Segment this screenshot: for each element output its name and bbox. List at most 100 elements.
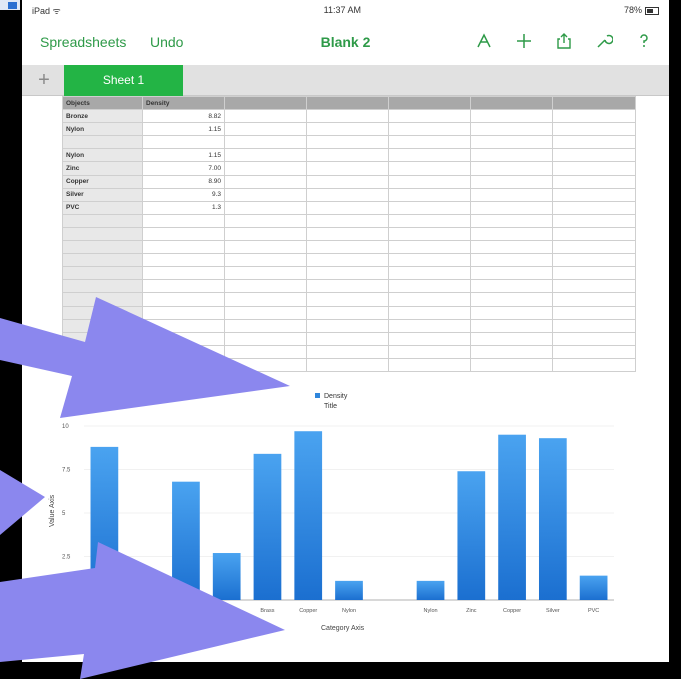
table-cell[interactable] [552, 161, 636, 176]
table-cell[interactable] [552, 240, 636, 255]
table-cell[interactable] [142, 344, 225, 359]
table-cell[interactable] [552, 135, 636, 150]
table-cell[interactable] [224, 240, 307, 255]
table-cell[interactable] [552, 200, 636, 215]
table-cell[interactable] [388, 213, 471, 228]
table-cell[interactable]: Density [142, 95, 225, 111]
table-row[interactable] [62, 357, 636, 372]
table-row[interactable] [62, 240, 636, 255]
table-row[interactable] [62, 292, 636, 307]
table-cell[interactable] [306, 357, 389, 372]
table-row[interactable] [62, 305, 636, 320]
table-cell[interactable] [552, 122, 636, 137]
table-cell[interactable] [470, 187, 553, 202]
table-cell[interactable] [306, 305, 389, 320]
table-cell[interactable] [306, 187, 389, 202]
table-cell[interactable]: 1.3 [142, 200, 225, 215]
table-cell[interactable] [306, 240, 389, 255]
table-row[interactable]: Copper 8.90 [62, 174, 636, 189]
table-cell[interactable]: 1.15 [142, 148, 225, 163]
table-cell[interactable] [224, 122, 307, 137]
table-cell[interactable] [224, 344, 307, 359]
table-row[interactable]: Zinc 7.00 [62, 161, 636, 176]
table-row[interactable]: Silver 9.3 [62, 187, 636, 202]
table-cell[interactable] [306, 226, 389, 242]
spreadsheet-table[interactable]: Objects Density Bronze 8.82 Nylon 1.15 Nylon 1.… [62, 95, 636, 372]
table-cell[interactable] [552, 213, 636, 228]
table-cell[interactable] [388, 240, 471, 255]
table-cell[interactable] [552, 226, 636, 242]
table-row[interactable] [62, 279, 636, 294]
table-cell[interactable] [306, 292, 389, 307]
table-cell[interactable] [306, 148, 389, 163]
table-cell[interactable] [388, 357, 471, 372]
row-label-cell[interactable] [62, 305, 143, 320]
table-cell[interactable] [224, 135, 307, 150]
table-cell[interactable] [224, 200, 307, 215]
table-cell[interactable] [306, 266, 389, 281]
table-cell[interactable] [306, 213, 389, 228]
table-cell[interactable] [224, 318, 307, 333]
table-cell[interactable] [224, 266, 307, 281]
row-label-cell[interactable]: Silver [62, 187, 143, 202]
row-label-cell[interactable] [62, 240, 143, 255]
table-cell[interactable] [388, 200, 471, 215]
table-cell[interactable] [142, 357, 225, 372]
table-cell[interactable] [306, 161, 389, 176]
table-row[interactable]: Nylon 1.15 [62, 122, 636, 137]
table-cell[interactable] [224, 213, 307, 228]
table-row[interactable]: Bronze 8.82 [62, 109, 636, 124]
table-cell[interactable] [142, 279, 225, 294]
table-cell[interactable] [552, 174, 636, 189]
table-cell[interactable] [306, 331, 389, 346]
table-cell[interactable] [224, 226, 307, 242]
table-cell[interactable] [306, 318, 389, 333]
help-icon[interactable] [633, 30, 655, 52]
table-cell[interactable] [306, 95, 389, 111]
row-label-cell[interactable] [62, 344, 143, 359]
table-cell[interactable] [224, 187, 307, 202]
table-cell[interactable] [388, 122, 471, 137]
table-cell[interactable] [470, 200, 553, 215]
table-row[interactable] [62, 135, 636, 150]
table-cell[interactable] [470, 305, 553, 320]
table-cell[interactable]: 7.00 [142, 161, 225, 176]
table-cell[interactable] [470, 331, 553, 346]
table-cell[interactable] [306, 279, 389, 294]
table-cell[interactable] [306, 122, 389, 137]
row-label-cell[interactable]: PVC [62, 200, 143, 215]
table-row[interactable] [62, 344, 636, 359]
table-cell[interactable] [224, 279, 307, 294]
row-label-cell[interactable] [62, 279, 143, 294]
table-row[interactable] [62, 226, 636, 242]
table-cell[interactable] [552, 357, 636, 372]
table-cell[interactable] [470, 357, 553, 372]
table-cell[interactable] [552, 331, 636, 346]
add-sheet-button[interactable]: + [32, 68, 56, 92]
table-cell[interactable] [552, 95, 636, 111]
table-cell[interactable] [306, 344, 389, 359]
wrench-icon[interactable] [593, 30, 615, 52]
table-cell[interactable] [470, 95, 553, 111]
table-cell[interactable] [552, 344, 636, 359]
table-cell[interactable] [306, 253, 389, 268]
table-cell[interactable] [388, 95, 471, 111]
table-cell[interactable] [552, 292, 636, 307]
table-cell[interactable] [552, 187, 636, 202]
table-cell[interactable] [552, 253, 636, 268]
row-label-cell[interactable]: Objects [62, 95, 143, 111]
table-cell[interactable] [142, 213, 225, 228]
table-cell[interactable] [388, 253, 471, 268]
table-cell[interactable] [224, 357, 307, 372]
table-cell[interactable] [142, 305, 225, 320]
row-label-cell[interactable] [62, 253, 143, 268]
table-row[interactable] [62, 331, 636, 346]
table-cell[interactable] [306, 135, 389, 150]
table-row[interactable] [62, 213, 636, 228]
table-cell[interactable] [470, 148, 553, 163]
table-cell[interactable] [470, 109, 553, 124]
table-row[interactable]: PVC 1.3 [62, 200, 636, 215]
table-cell[interactable] [388, 135, 471, 150]
row-label-cell[interactable] [62, 266, 143, 281]
table-row[interactable] [62, 266, 636, 281]
